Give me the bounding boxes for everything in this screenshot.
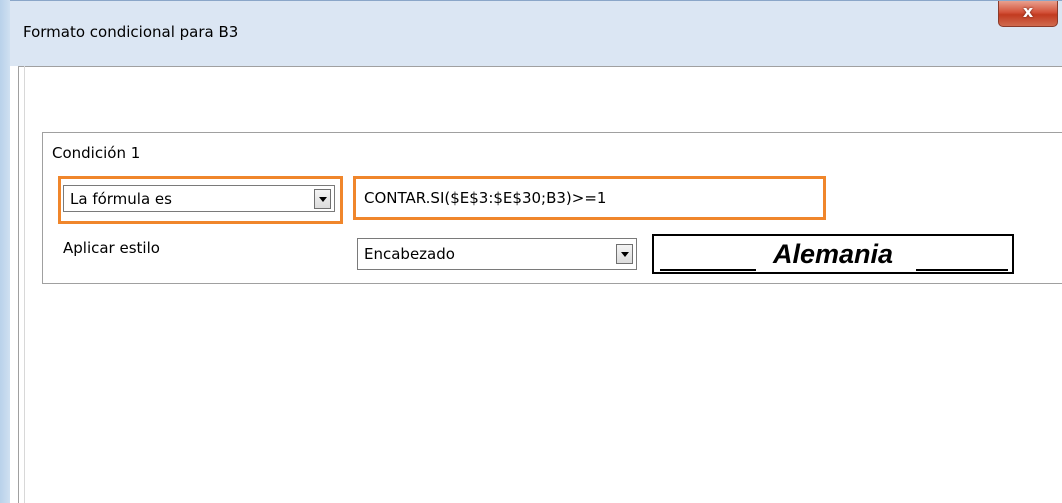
close-button[interactable]: x (998, 1, 1058, 27)
apply-style-label: Aplicar estilo (63, 239, 160, 257)
style-preview: Alemania (652, 234, 1014, 274)
formula-input[interactable]: CONTAR.SI($E$3:$E$30;B3)>=1 (353, 176, 826, 220)
preview-text: Alemania (772, 239, 894, 269)
formula-value: CONTAR.SI($E$3:$E$30;B3)>=1 (364, 189, 607, 207)
chevron-down-icon[interactable] (314, 189, 331, 209)
condition-title: Condición 1 (52, 144, 141, 162)
title-bar[interactable]: Formato condicional para B3 x (10, 0, 1062, 66)
style-select[interactable]: Encabezado (357, 238, 637, 270)
client-divider (24, 66, 25, 503)
window-title: Formato condicional para B3 (23, 23, 239, 41)
conditional-format-dialog: Formato condicional para B3 x Condición … (0, 0, 1062, 503)
background-window-edge (0, 0, 10, 503)
chevron-down-icon[interactable] (616, 244, 633, 264)
style-value: Encabezado (364, 245, 455, 263)
condition-type-select[interactable]: La fórmula es (63, 185, 335, 212)
condition-type-value: La fórmula es (70, 189, 172, 208)
preview-underline-right (916, 269, 1008, 271)
close-icon: x (1022, 2, 1034, 21)
